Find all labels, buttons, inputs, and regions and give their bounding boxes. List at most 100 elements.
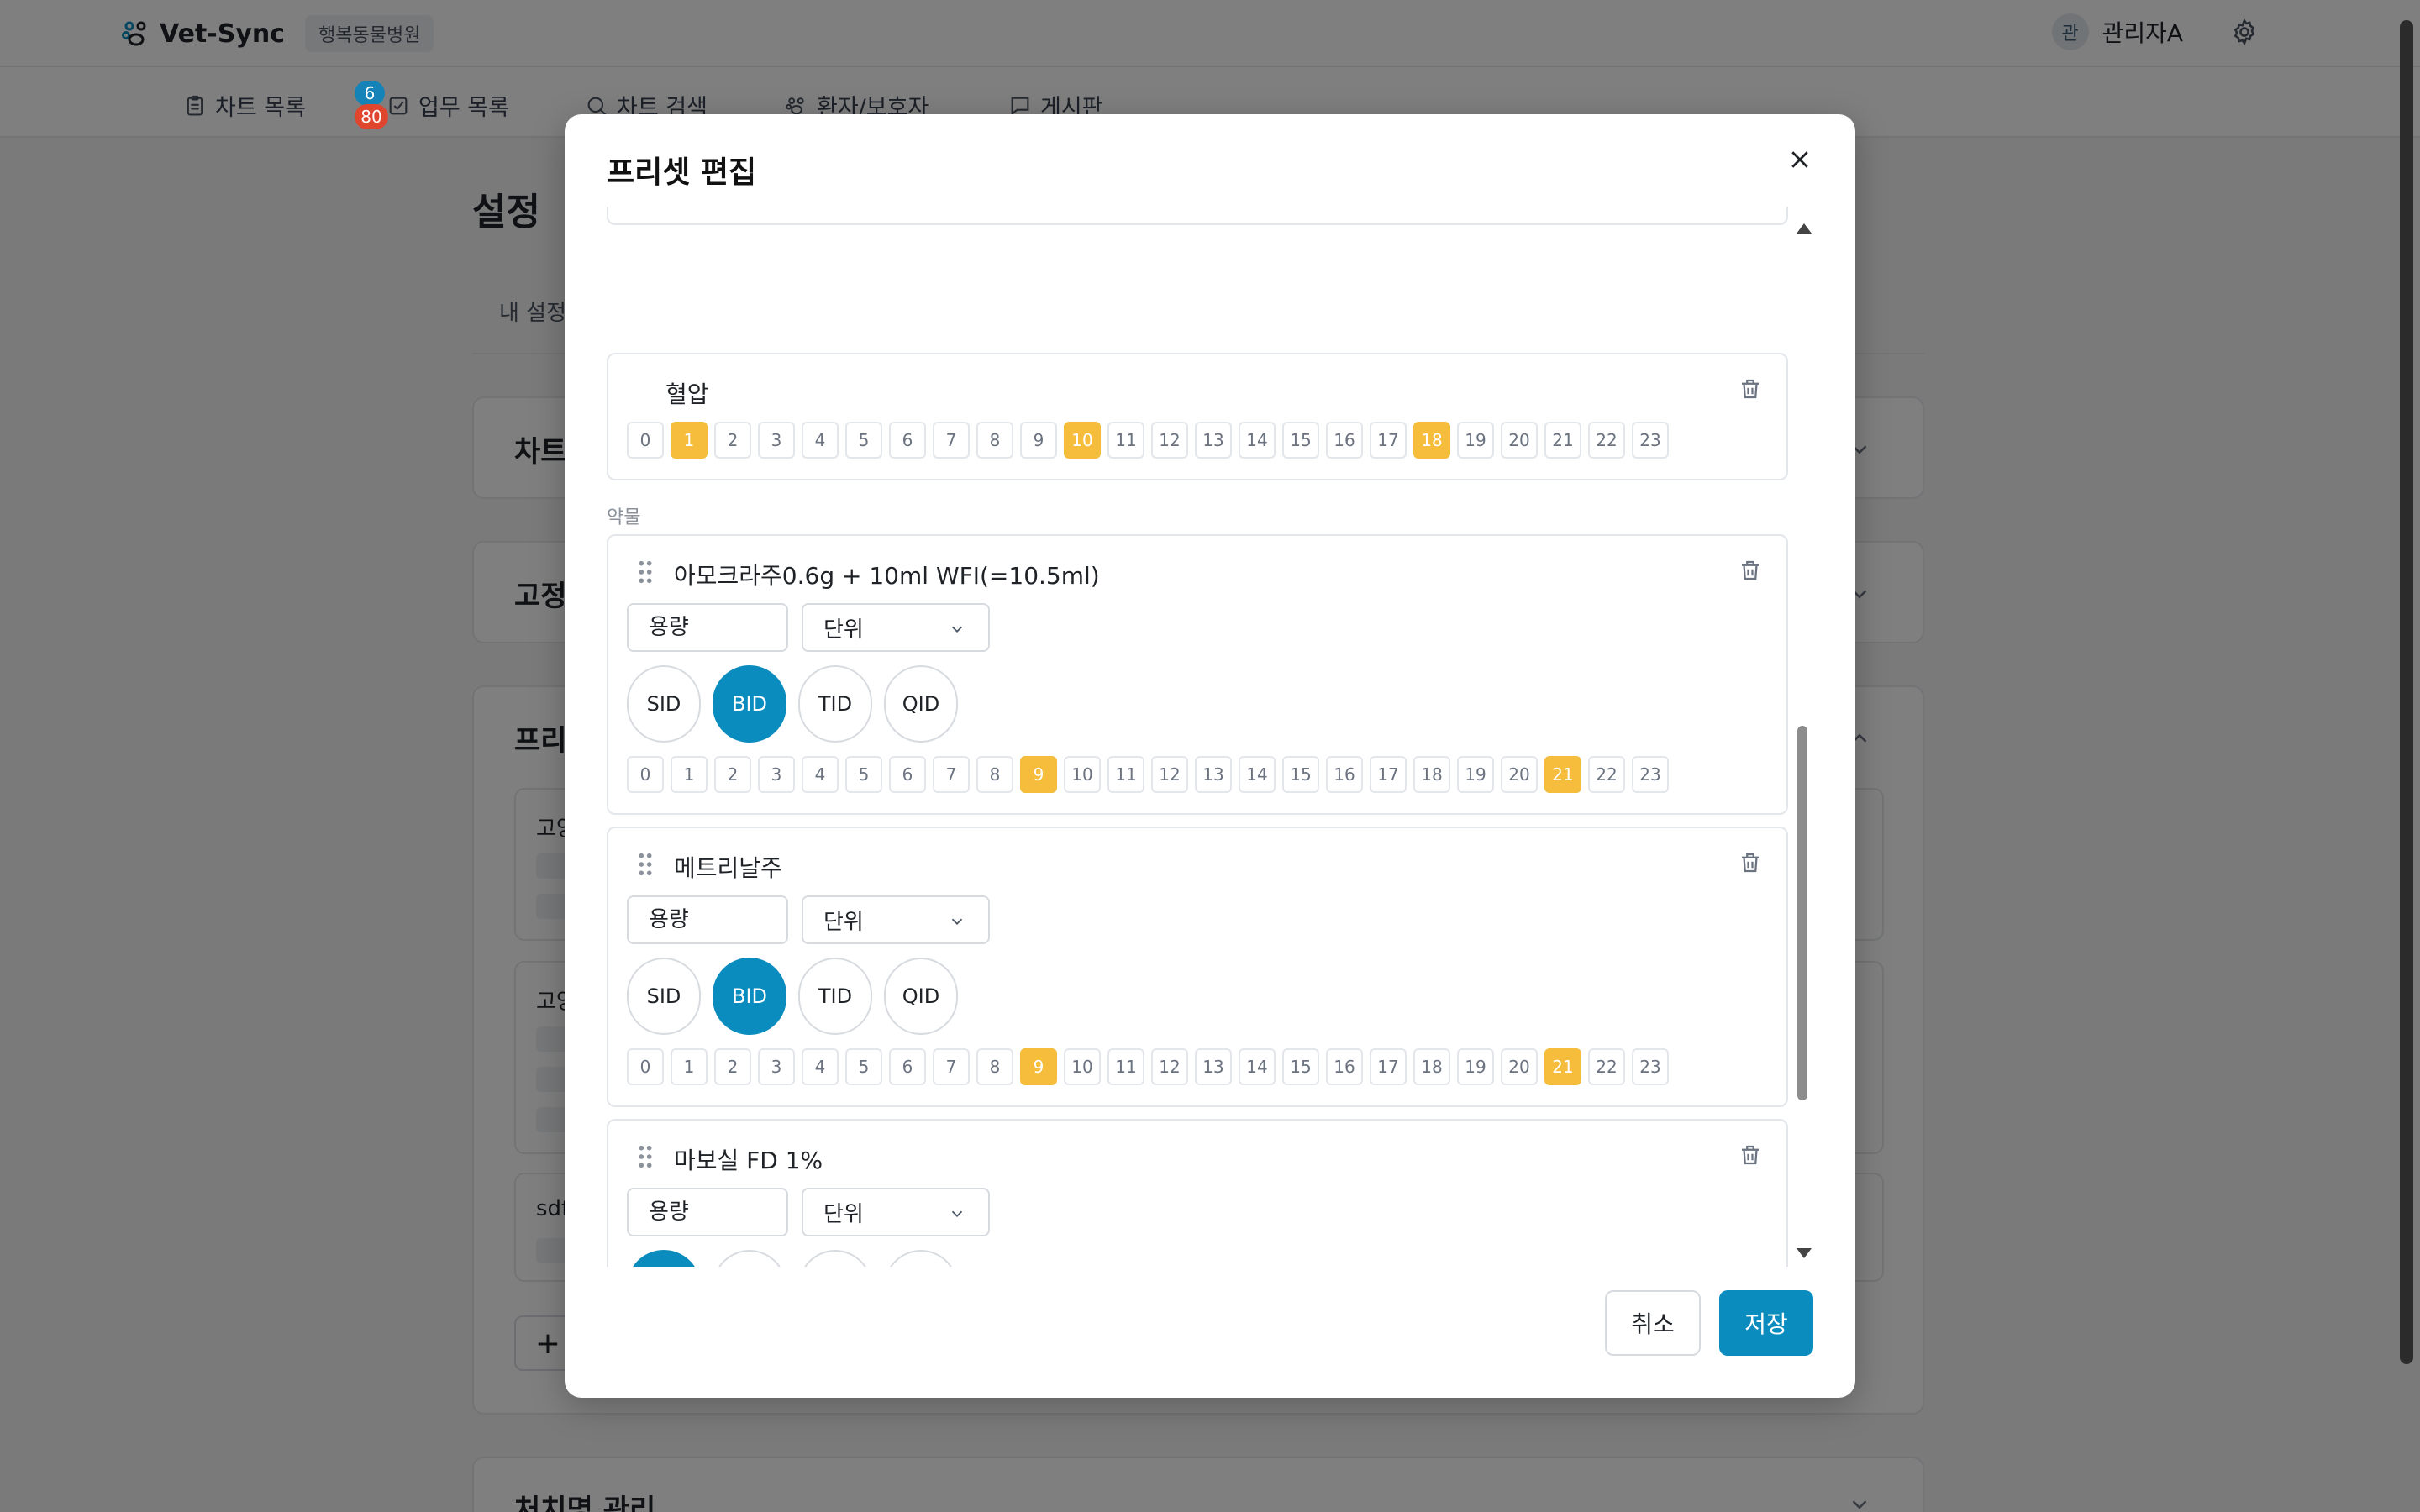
freq-qid-button[interactable]: QID (884, 665, 958, 743)
trash-icon[interactable] (1738, 850, 1763, 875)
hour-6[interactable]: 6 (889, 1048, 926, 1085)
freq-bid-button[interactable]: BID (713, 958, 786, 1035)
hour-14[interactable]: 14 (1239, 422, 1276, 459)
freq-tid-button[interactable]: TID (798, 665, 872, 743)
hour-7[interactable]: 7 (933, 1048, 970, 1085)
page-scrollbar[interactable] (2400, 20, 2413, 1364)
hour-13[interactable]: 13 (1195, 1048, 1232, 1085)
hour-4[interactable]: 4 (802, 1048, 839, 1085)
freq-sid-button[interactable]: SID (627, 665, 701, 743)
hour-16[interactable]: 16 (1326, 756, 1363, 793)
hour-7[interactable]: 7 (933, 756, 970, 793)
scrollbar-thumb[interactable] (1797, 726, 1807, 1100)
hour-4[interactable]: 4 (802, 756, 839, 793)
hour-20[interactable]: 20 (1501, 756, 1538, 793)
hour-13[interactable]: 13 (1195, 756, 1232, 793)
freq-qid-button[interactable]: QID (884, 958, 958, 1035)
hour-21[interactable]: 21 (1544, 756, 1581, 793)
hour-2[interactable]: 2 (714, 1048, 751, 1085)
hour-7[interactable]: 7 (933, 422, 970, 459)
dose-input[interactable] (627, 895, 788, 944)
hour-11[interactable]: 11 (1107, 756, 1144, 793)
hour-13[interactable]: 13 (1195, 422, 1232, 459)
freq-tid-button[interactable]: TID (798, 958, 872, 1035)
hour-1[interactable]: 1 (671, 756, 708, 793)
hour-6[interactable]: 6 (889, 756, 926, 793)
hour-18[interactable]: 18 (1413, 1048, 1450, 1085)
trash-icon[interactable] (1738, 1142, 1763, 1168)
scroll-up-arrow-icon[interactable] (1797, 223, 1812, 234)
hour-2[interactable]: 2 (714, 756, 751, 793)
hour-3[interactable]: 3 (758, 1048, 795, 1085)
hour-10[interactable]: 10 (1064, 422, 1101, 459)
scroll-down-arrow-icon[interactable] (1797, 1248, 1812, 1258)
hour-23[interactable]: 23 (1632, 1048, 1669, 1085)
freq-sid-button[interactable]: SID (627, 958, 701, 1035)
freq-bid-button[interactable]: BID (713, 1250, 786, 1267)
hour-9[interactable]: 9 (1020, 422, 1057, 459)
freq-bid-button[interactable]: BID (713, 665, 786, 743)
hour-11[interactable]: 11 (1107, 1048, 1144, 1085)
freq-qid-button[interactable]: QID (884, 1250, 958, 1267)
freq-sid-button[interactable]: SID (627, 1250, 701, 1267)
hour-1[interactable]: 1 (671, 1048, 708, 1085)
hour-10[interactable]: 10 (1064, 1048, 1101, 1085)
hour-16[interactable]: 16 (1326, 1048, 1363, 1085)
drag-handle-icon[interactable] (637, 559, 654, 585)
hour-20[interactable]: 20 (1501, 1048, 1538, 1085)
hour-19[interactable]: 19 (1457, 422, 1494, 459)
hour-17[interactable]: 17 (1370, 422, 1407, 459)
hour-19[interactable]: 19 (1457, 756, 1494, 793)
hour-16[interactable]: 16 (1326, 422, 1363, 459)
cancel-button[interactable]: 취소 (1605, 1290, 1701, 1356)
unit-select[interactable]: 단위 (802, 1188, 990, 1236)
hour-15[interactable]: 15 (1282, 756, 1319, 793)
modal-scrollbar[interactable] (1793, 223, 1812, 1258)
hour-0[interactable]: 0 (627, 422, 664, 459)
hour-12[interactable]: 12 (1151, 422, 1188, 459)
drag-handle-icon[interactable] (637, 852, 654, 877)
freq-tid-button[interactable]: TID (798, 1250, 872, 1267)
hour-22[interactable]: 22 (1588, 1048, 1625, 1085)
hour-18[interactable]: 18 (1413, 422, 1450, 459)
hour-22[interactable]: 22 (1588, 422, 1625, 459)
preset-item-list[interactable]: 혈압 0 1 2 3 4 5 6 7 8 9 10 11 12 13 14 15… (607, 207, 1800, 1267)
hour-21[interactable]: 21 (1544, 1048, 1581, 1085)
hour-5[interactable]: 5 (845, 422, 882, 459)
unit-select[interactable]: 단위 (802, 603, 990, 652)
hour-5[interactable]: 5 (845, 756, 882, 793)
hour-18[interactable]: 18 (1413, 756, 1450, 793)
hour-0[interactable]: 0 (627, 756, 664, 793)
hour-20[interactable]: 20 (1501, 422, 1538, 459)
hour-6[interactable]: 6 (889, 422, 926, 459)
hour-12[interactable]: 12 (1151, 756, 1188, 793)
hour-0[interactable]: 0 (627, 1048, 664, 1085)
close-button[interactable] (1783, 143, 1817, 176)
hour-9[interactable]: 9 (1020, 1048, 1057, 1085)
hour-23[interactable]: 23 (1632, 422, 1669, 459)
hour-19[interactable]: 19 (1457, 1048, 1494, 1085)
hour-8[interactable]: 8 (976, 756, 1013, 793)
hour-3[interactable]: 3 (758, 756, 795, 793)
hour-17[interactable]: 17 (1370, 756, 1407, 793)
hour-3[interactable]: 3 (758, 422, 795, 459)
hour-9[interactable]: 9 (1020, 756, 1057, 793)
hour-22[interactable]: 22 (1588, 756, 1625, 793)
hour-23[interactable]: 23 (1632, 756, 1669, 793)
hour-8[interactable]: 8 (976, 422, 1013, 459)
hour-15[interactable]: 15 (1282, 422, 1319, 459)
hour-14[interactable]: 14 (1239, 756, 1276, 793)
trash-icon[interactable] (1738, 376, 1763, 402)
trash-icon[interactable] (1738, 558, 1763, 583)
hour-21[interactable]: 21 (1544, 422, 1581, 459)
hour-17[interactable]: 17 (1370, 1048, 1407, 1085)
hour-11[interactable]: 11 (1107, 422, 1144, 459)
hour-15[interactable]: 15 (1282, 1048, 1319, 1085)
hour-5[interactable]: 5 (845, 1048, 882, 1085)
dose-input[interactable] (627, 603, 788, 652)
hour-2[interactable]: 2 (714, 422, 751, 459)
dose-input[interactable] (627, 1188, 788, 1236)
save-button[interactable]: 저장 (1719, 1290, 1813, 1356)
hour-14[interactable]: 14 (1239, 1048, 1276, 1085)
drag-handle-icon[interactable] (637, 1144, 654, 1169)
